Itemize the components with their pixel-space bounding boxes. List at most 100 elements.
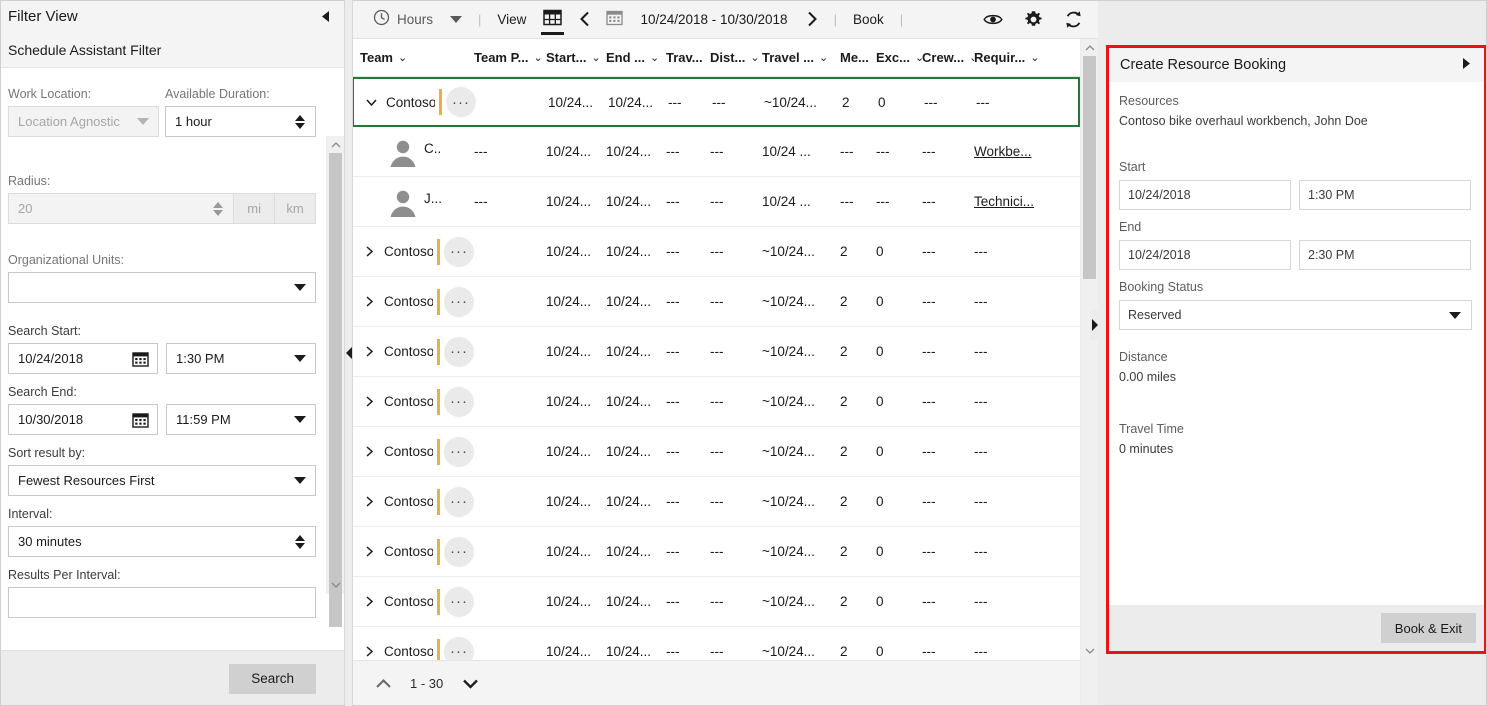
chevron-right-icon[interactable] [358, 245, 380, 258]
radius-stepper-arrows-icon[interactable] [213, 201, 224, 216]
booking-start-date-input[interactable]: 10/24/2018 [1119, 180, 1291, 210]
search-end-time-select[interactable]: 11:59 PM [166, 404, 316, 435]
grid-scroll-down-arrow-icon[interactable] [1081, 643, 1098, 660]
chevron-right-icon[interactable] [358, 295, 380, 308]
grid-scroll-up-arrow-icon[interactable] [1081, 39, 1098, 56]
stepper-arrows-icon[interactable] [295, 534, 305, 549]
chevron-right-icon[interactable] [358, 645, 380, 658]
column-header-dist[interactable]: Dist... ⌄ [710, 50, 762, 65]
scroll-up-arrow-icon[interactable] [327, 136, 344, 153]
column-header-end[interactable]: End ... ⌄ [606, 50, 666, 65]
column-header-crew[interactable]: Crew... ⌄ [922, 50, 974, 65]
chevron-right-icon[interactable] [358, 445, 380, 458]
organizational-units-select[interactable] [8, 272, 316, 303]
chevron-right-icon[interactable] [358, 495, 380, 508]
grid-member-row[interactable]: J... --- 10/24... 10/24... --- --- 10/24 ... --… [352, 177, 1080, 227]
grid-team-row[interactable]: Contoso bi... ··· 10/24... 10/24... --- --- ~1… [352, 627, 1080, 660]
grid-team-row[interactable]: Contoso bi... ··· 10/24... 10/24... --- --- ~1… [352, 227, 1080, 277]
grid-team-row[interactable]: Contoso bi... ··· 10/24... 10/24... --- --- ~1… [352, 277, 1080, 327]
grid-team-row[interactable]: Contoso bi... ··· 10/24... 10/24... --- --- ~1… [352, 377, 1080, 427]
chevron-right-icon[interactable] [1461, 57, 1472, 73]
requirement-link[interactable]: Technici... [974, 194, 1034, 209]
work-location-select[interactable]: Location Agnostic [8, 106, 159, 137]
filter-pane-collapse-handle[interactable] [345, 0, 353, 706]
gear-icon[interactable] [1014, 0, 1052, 39]
grid-scroll-thumb[interactable] [1083, 56, 1096, 279]
column-header-trav[interactable]: Trav...⌄ [666, 50, 710, 65]
cell-requirement[interactable]: Workbe... [974, 144, 1042, 159]
grid-team-row[interactable]: Contoso bi... ··· 10/24... 10/24... --- --- ~1… [352, 477, 1080, 527]
team-cell: Contoso b... ··· [354, 87, 476, 117]
filter-vertical-scrollbar[interactable] [326, 136, 344, 627]
row-more-options-button[interactable]: ··· [444, 236, 474, 267]
booking-start-time-input[interactable]: 1:30 PM [1299, 180, 1471, 210]
column-header-exc[interactable]: Exc... ⌄ [876, 50, 922, 65]
column-header-requir[interactable]: Requir... ⌄ [974, 50, 1042, 65]
search-start-time-select[interactable]: 1:30 PM [166, 343, 316, 374]
previous-period-button[interactable] [572, 0, 599, 39]
row-more-options-button[interactable]: ··· [444, 286, 474, 317]
calendar-picker-button[interactable] [599, 0, 630, 39]
hours-selector[interactable]: Hours [366, 0, 469, 39]
grid-member-row[interactable]: C.. --- 10/24... 10/24... --- --- 10/24 ... ---… [352, 127, 1080, 177]
row-more-options-button[interactable]: ··· [444, 336, 474, 367]
search-button[interactable]: Search [229, 663, 316, 694]
stepper-arrows-icon[interactable] [295, 114, 305, 129]
row-more-options-button[interactable]: ··· [444, 586, 474, 617]
available-duration-stepper[interactable]: 1 hour [165, 106, 316, 137]
grid-team-row[interactable]: Contoso b... ··· 10/24... 10/24... --- --- ~10… [352, 77, 1080, 127]
radius-input[interactable]: 20 [8, 193, 235, 224]
grid-team-row[interactable]: Contoso bi... ··· 10/24... 10/24... --- --- ~1… [352, 327, 1080, 377]
column-header-travel[interactable]: Travel ... ⌄ [762, 50, 840, 65]
chevron-right-icon[interactable] [358, 345, 380, 358]
chevron-right-icon[interactable] [358, 595, 380, 608]
grid-team-row[interactable]: Contoso bi... ··· 10/24... 10/24... --- --- ~1… [352, 577, 1080, 627]
row-more-options-button[interactable]: ··· [446, 87, 476, 117]
scroll-down-arrow-icon[interactable] [327, 577, 344, 594]
date-range-label[interactable]: 10/24/2018 - 10/30/2018 [630, 12, 797, 27]
interval-stepper[interactable]: 30 minutes [8, 526, 316, 557]
column-header-team[interactable]: Team ⌄ [352, 50, 474, 65]
unit-mi-button[interactable]: mi [234, 193, 276, 224]
results-per-interval-input[interactable] [8, 587, 316, 618]
search-start-date-input[interactable]: 10/24/2018 [8, 343, 158, 374]
refresh-icon[interactable] [1054, 0, 1092, 39]
next-period-button[interactable] [798, 0, 825, 39]
pager-down-button[interactable] [457, 671, 483, 697]
column-header-teamp[interactable]: Team P... ⌄ [474, 50, 546, 65]
row-more-options-button[interactable]: ··· [444, 636, 474, 660]
eye-icon[interactable] [974, 0, 1012, 39]
column-header-start[interactable]: Start... ⌄ [546, 50, 606, 65]
cell-requirement[interactable]: Technici... [974, 194, 1042, 209]
chevron-down-icon[interactable] [360, 96, 382, 109]
booking-end-date-input[interactable]: 10/24/2018 [1119, 240, 1291, 270]
column-header-me[interactable]: Me...⌄ [840, 50, 876, 65]
unit-km-button[interactable]: km [275, 193, 316, 224]
booking-end-time-input[interactable]: 2:30 PM [1299, 240, 1471, 270]
grid-team-row[interactable]: Contoso bi... ··· 10/24... 10/24... --- --- ~1… [352, 527, 1080, 577]
grid-team-row[interactable]: Contoso bi... ··· 10/24... 10/24... --- --- ~1… [352, 427, 1080, 477]
calendar-icon[interactable] [132, 412, 149, 428]
filter-scroll-thumb[interactable] [329, 153, 342, 627]
grid-vertical-scrollbar[interactable] [1080, 39, 1098, 706]
grid-view-tab[interactable] [533, 0, 572, 39]
cell-distance: --- [710, 494, 762, 509]
booking-status-select[interactable]: Reserved [1119, 300, 1472, 330]
chevron-right-icon[interactable] [358, 545, 380, 558]
chevron-right-icon[interactable] [358, 395, 380, 408]
pager-up-button[interactable] [370, 671, 396, 697]
row-more-options-button[interactable]: ··· [444, 436, 474, 467]
book-button[interactable]: Book [846, 0, 891, 39]
requirement-link[interactable]: Workbe... [974, 144, 1032, 159]
calendar-icon[interactable] [132, 351, 149, 367]
booking-panel-collapse-handle[interactable] [1090, 310, 1099, 340]
chevron-left-icon[interactable] [316, 8, 334, 26]
row-more-options-button[interactable]: ··· [444, 386, 474, 417]
view-label-button[interactable]: View [490, 0, 533, 39]
row-more-options-button[interactable]: ··· [444, 536, 474, 567]
book-and-exit-button[interactable]: Book & Exit [1380, 613, 1476, 643]
search-end-date-input[interactable]: 10/30/2018 [8, 404, 158, 435]
row-more-options-button[interactable]: ··· [444, 486, 474, 517]
sort-result-by-select[interactable]: Fewest Resources First [8, 465, 316, 496]
start-row: 10/24/2018 1:30 PM [1119, 180, 1472, 210]
